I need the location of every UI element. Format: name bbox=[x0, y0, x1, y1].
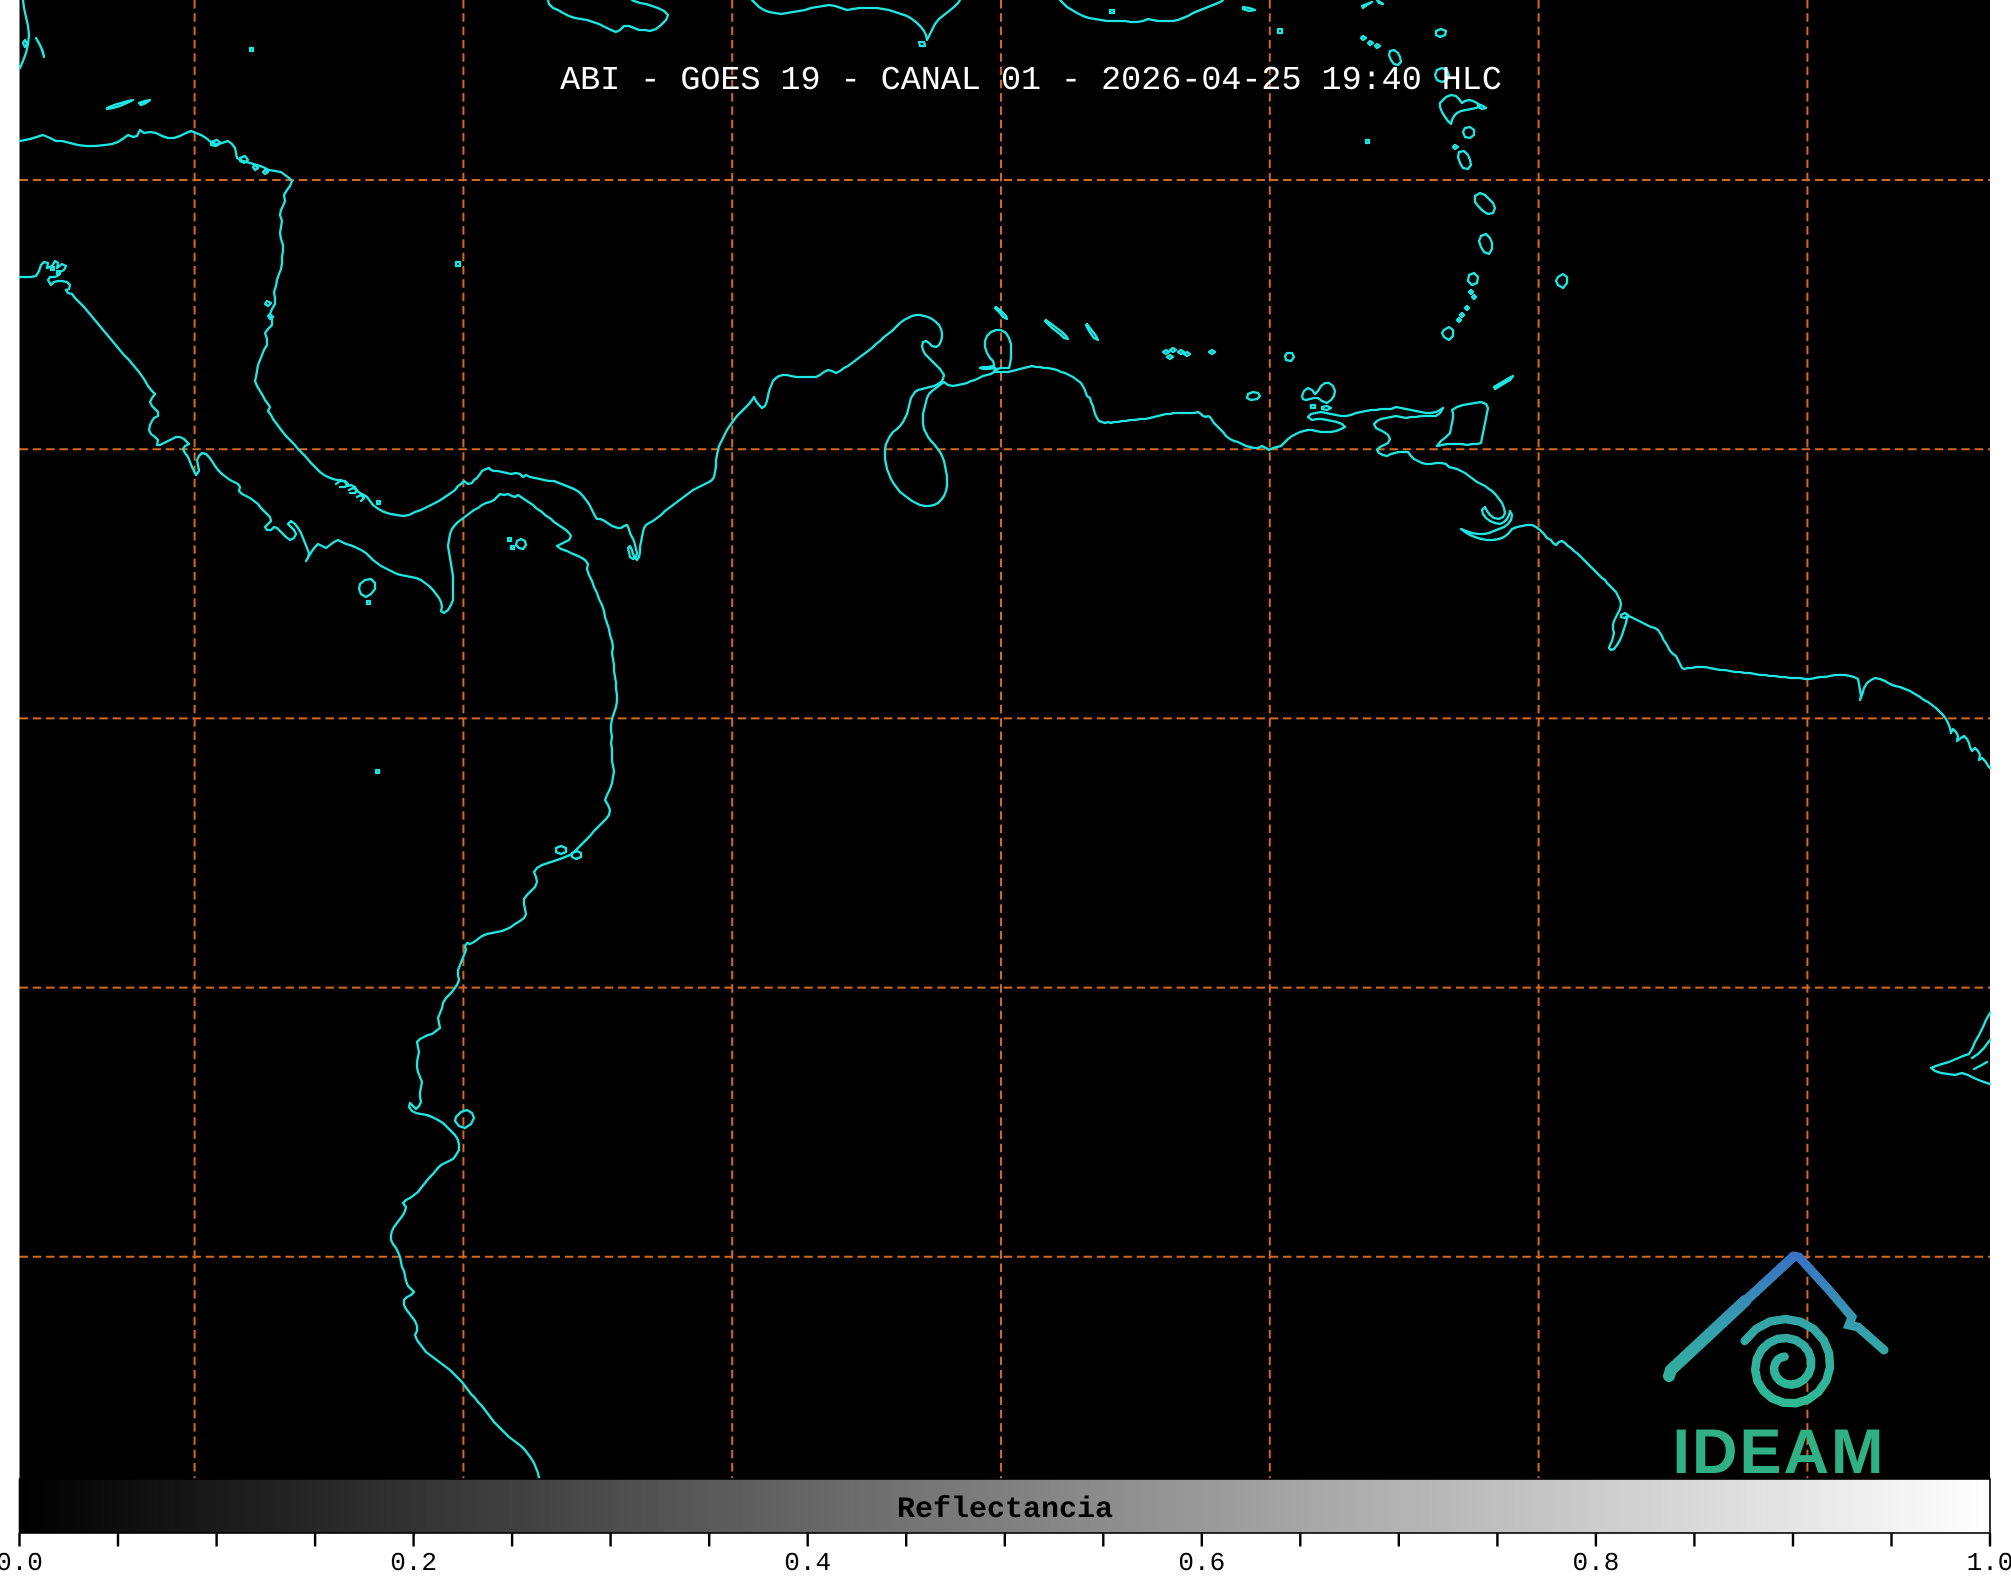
svg-text:1.0: 1.0 bbox=[1967, 1548, 2011, 1577]
svg-text:0.6: 0.6 bbox=[1178, 1548, 1225, 1577]
svg-text:Reflectancia: Reflectancia bbox=[897, 1493, 1113, 1527]
svg-text:IDEAM: IDEAM bbox=[1673, 1417, 1886, 1487]
svg-text:0.2: 0.2 bbox=[390, 1548, 437, 1577]
svg-text:0.4: 0.4 bbox=[784, 1548, 831, 1577]
svg-text:0.8: 0.8 bbox=[1572, 1548, 1619, 1577]
svg-text:ABI - GOES 19 - CANAL 01 - 202: ABI - GOES 19 - CANAL 01 - 2026-04-25 19… bbox=[560, 62, 1502, 100]
svg-text:0.0: 0.0 bbox=[0, 1548, 43, 1577]
